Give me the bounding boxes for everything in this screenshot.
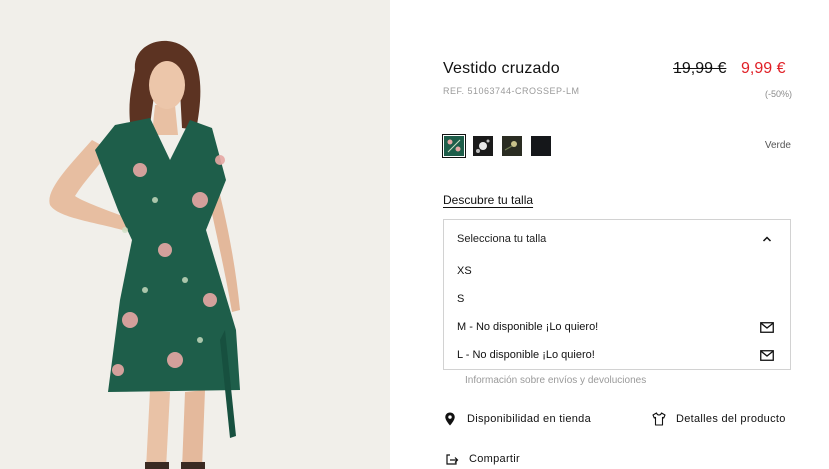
swatch-dark-floral[interactable] xyxy=(502,136,522,156)
size-option-s[interactable]: S xyxy=(444,286,790,314)
location-pin-icon xyxy=(445,412,455,426)
envelope-icon[interactable] xyxy=(760,322,774,333)
product-title: Vestido cruzado xyxy=(443,60,560,77)
model-illustration xyxy=(0,0,390,469)
selected-color-name: Verde xyxy=(764,140,791,151)
size-dropdown-toggle[interactable]: Selecciona tu talla xyxy=(444,220,790,260)
shipping-info-link[interactable]: Información sobre envíos y devoluciones xyxy=(465,375,646,386)
size-dropdown-placeholder: Selecciona tu talla xyxy=(457,233,547,245)
share-arrow-icon xyxy=(446,454,459,465)
product-photo[interactable] xyxy=(0,0,390,469)
sale-price: 9,99 € xyxy=(741,60,786,77)
size-option-xs[interactable]: XS xyxy=(444,258,790,286)
swatch-black[interactable] xyxy=(531,136,551,156)
share-button[interactable]: Compartir xyxy=(445,452,520,466)
product-reference: REF. 51063744-CROSSEP-LM xyxy=(443,86,580,96)
color-swatches xyxy=(442,134,551,158)
size-option-label: L - No disponible ¡Lo quiero! xyxy=(457,349,595,361)
size-option-label: XS xyxy=(457,265,472,277)
size-dropdown: Selecciona tu talla XS S M - No disponib… xyxy=(443,219,791,370)
envelope-icon[interactable] xyxy=(760,350,774,361)
size-option-label: S xyxy=(457,293,465,305)
original-price: 19,99 € xyxy=(673,60,727,77)
product-details-button[interactable]: Detalles del producto xyxy=(652,412,786,426)
store-availability-button[interactable]: Disponibilidad en tienda xyxy=(443,412,591,426)
size-guide-link[interactable]: Descubre tu talla xyxy=(443,193,533,207)
product-info-panel: Vestido cruzado REF. 51063744-CROSSEP-LM… xyxy=(390,0,829,469)
swatch-black-white-floral[interactable] xyxy=(473,136,493,156)
size-option-m[interactable]: M - No disponible ¡Lo quiero! xyxy=(444,314,790,342)
chevron-up-icon xyxy=(762,236,772,242)
size-option-label: M - No disponible ¡Lo quiero! xyxy=(457,321,599,333)
size-option-l[interactable]: L - No disponible ¡Lo quiero! xyxy=(444,342,790,370)
product-details-label: Detalles del producto xyxy=(676,413,786,425)
tshirt-icon xyxy=(652,412,666,426)
store-availability-label: Disponibilidad en tienda xyxy=(467,413,592,425)
swatch-green-floral[interactable] xyxy=(442,134,466,158)
discount-badge: (-50%) xyxy=(764,89,792,99)
share-label: Compartir xyxy=(469,453,520,465)
